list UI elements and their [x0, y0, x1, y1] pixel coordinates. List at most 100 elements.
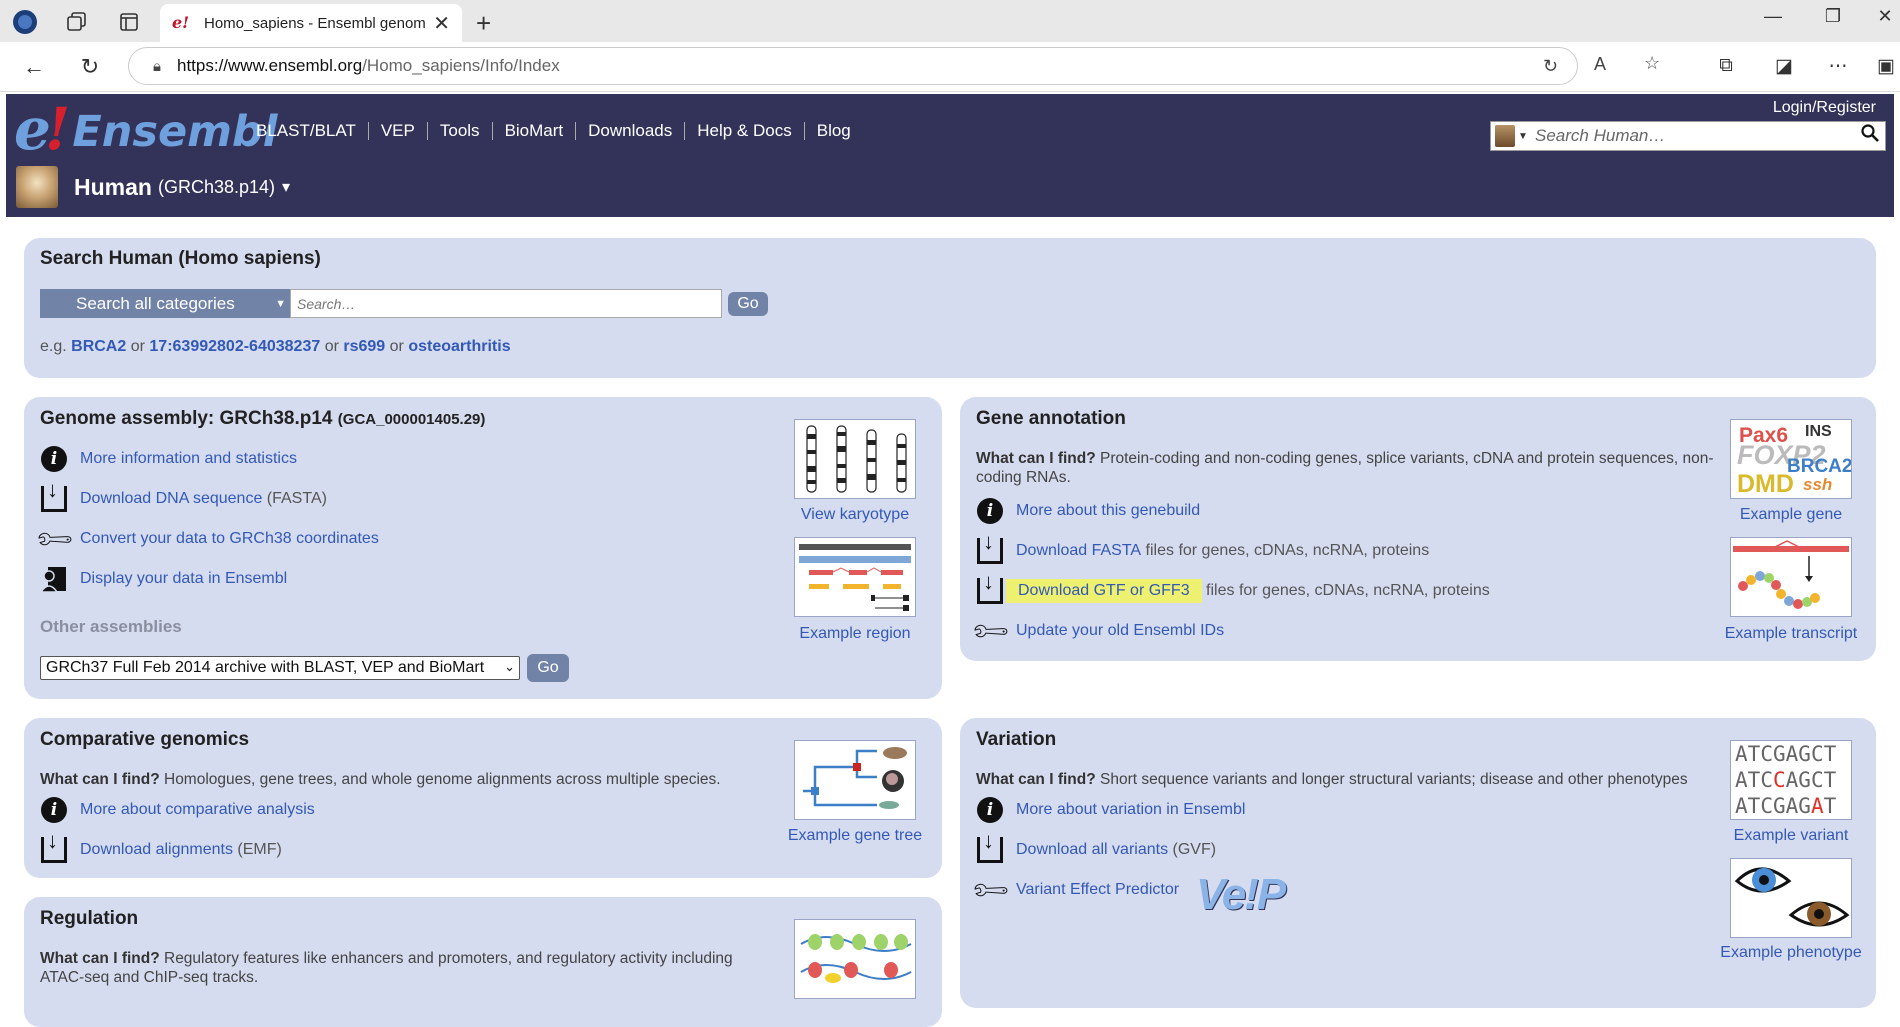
- minimize-icon[interactable]: —: [1758, 6, 1788, 27]
- vep-logo[interactable]: Ve!P: [1196, 870, 1286, 920]
- download-icon: [40, 477, 68, 513]
- wrench-icon: 🔧︎: [967, 867, 1012, 912]
- sequence-base: T: [1747, 742, 1761, 766]
- example-region-link[interactable]: 17:63992802-64038237: [149, 338, 320, 355]
- sequence-base: T: [1823, 742, 1837, 766]
- convert-coordinates-row[interactable]: 🔧︎ Convert your data to GRCh38 coordinat…: [31, 516, 378, 561]
- regulation-title: Regulation: [40, 908, 139, 929]
- search-category-select[interactable]: Search all categories ▼: [40, 289, 290, 318]
- regulation-panel: Regulation What can I find? Regulatory f…: [24, 897, 942, 1027]
- comparative-info-row[interactable]: i More about comparative analysis: [40, 796, 315, 824]
- nav-help-docs[interactable]: Help & Docs: [684, 122, 803, 140]
- back-icon[interactable]: ←: [20, 53, 48, 81]
- chevron-down-icon: ▼: [275, 297, 286, 310]
- comparative-genomics-title: Comparative genomics: [40, 729, 250, 750]
- sequence-base: T: [1823, 768, 1837, 792]
- gene-annotation-title: Gene annotation: [976, 408, 1126, 429]
- genome-info-row[interactable]: i More information and statistics: [40, 445, 297, 473]
- ensembl-logo[interactable]: e ! Ensembl: [14, 96, 277, 158]
- variation-info-row[interactable]: i More about variation in Ensembl: [976, 796, 1245, 824]
- sequence-base: T: [1823, 794, 1837, 818]
- nav-blog[interactable]: Blog: [803, 122, 863, 140]
- more-menu-icon[interactable]: ⋯: [1824, 55, 1852, 78]
- wrench-icon: 🔧︎: [967, 608, 1012, 653]
- nav-vep[interactable]: VEP: [367, 122, 427, 140]
- download-fasta-row[interactable]: Download FASTA files for genes, cDNAs, n…: [976, 529, 1429, 565]
- nav-biomart[interactable]: BioMart: [491, 122, 576, 140]
- read-aloud-icon[interactable]: A: [1594, 54, 1606, 75]
- close-tab-icon[interactable]: ✕: [433, 11, 450, 36]
- search-panel-title: Search Human (Homo sapiens): [40, 248, 321, 269]
- update-ids-row[interactable]: 🔧︎ Update your old Ensembl IDs: [967, 608, 1224, 653]
- example-osteoarthritis-link[interactable]: osteoarthritis: [408, 338, 510, 355]
- species-search-selector[interactable]: ▼: [1491, 122, 1529, 150]
- example-transcript-link[interactable]: Example transcript: [1711, 624, 1871, 643]
- edge-collections-icon[interactable]: ◪: [1770, 55, 1798, 78]
- site-search-input[interactable]: Search…: [290, 289, 722, 318]
- download-alignments-row[interactable]: Download alignments (EMF): [40, 828, 282, 864]
- example-region-link[interactable]: Example region: [775, 624, 935, 643]
- restore-icon[interactable]: ❐: [1818, 6, 1848, 27]
- other-assemblies-title: Other assemblies: [40, 617, 182, 636]
- gene-tree-thumbnail[interactable]: [794, 740, 916, 820]
- example-phenotype-link[interactable]: Example phenotype: [1711, 943, 1871, 962]
- example-brca2-link[interactable]: BRCA2: [71, 338, 126, 355]
- login-register-link[interactable]: Login/Register: [1773, 99, 1876, 117]
- sequence-base: A: [1735, 794, 1748, 818]
- variant-sequence-thumbnail[interactable]: ATCGAGCT ATCCAGCT ATCGAGAT: [1730, 740, 1852, 820]
- gene-find-text: What can I find? Protein-coding and non-…: [976, 450, 1714, 486]
- download-variants-row[interactable]: Download all variants (GVF): [976, 828, 1216, 864]
- sequence-base: A: [1785, 768, 1799, 792]
- genebuild-info-row[interactable]: i More about this genebuild: [976, 497, 1200, 525]
- immersive-reader-icon[interactable]: ↻: [1543, 56, 1558, 77]
- nav-blast[interactable]: BLAST/BLAT: [242, 122, 368, 140]
- comparative-genomics-panel: Comparative genomics What can I find? Ho…: [24, 718, 942, 878]
- example-gene-link[interactable]: Example gene: [1711, 505, 1871, 524]
- active-tab[interactable]: e! Homo_sapiens - Ensembl genome ✕: [160, 4, 462, 42]
- chevron-down-icon: ⌄: [504, 659, 515, 674]
- other-assembly-go-button[interactable]: Go: [527, 654, 569, 682]
- sequence-base: G: [1772, 742, 1786, 766]
- vep-row[interactable]: 🔧︎ Variant Effect Predictor: [967, 867, 1179, 912]
- transcript-thumbnail[interactable]: [1730, 537, 1852, 617]
- new-tab-icon[interactable]: +: [476, 8, 491, 39]
- ensembl-favicon-icon: e!: [172, 13, 190, 32]
- regulation-thumbnail[interactable]: [794, 919, 916, 999]
- close-window-icon[interactable]: ✕: [1870, 6, 1900, 27]
- sequence-base: G: [1772, 794, 1786, 818]
- profile-icon[interactable]: [12, 9, 38, 35]
- sequence-base: C: [1810, 742, 1824, 766]
- header-search: ▼ Search Human…: [1490, 121, 1886, 151]
- display-data-row[interactable]: Display your data in Ensembl: [40, 565, 287, 593]
- favorite-star-icon[interactable]: ☆: [1644, 53, 1660, 74]
- example-variant-link[interactable]: Example variant: [1711, 826, 1871, 845]
- human-species-image: [16, 166, 58, 208]
- download-dna-row[interactable]: Download DNA sequence (FASTA): [40, 477, 327, 513]
- tab-actions-icon[interactable]: [116, 9, 142, 35]
- sequence-base: G: [1798, 742, 1811, 766]
- search-icon[interactable]: [1855, 124, 1885, 148]
- url-field[interactable]: 🔒︎ https://www.ensembl.org/Homo_sapiens/…: [128, 47, 1578, 85]
- other-assembly-select[interactable]: GRCh37 Full Feb 2014 archive with BLAST,…: [40, 656, 520, 680]
- header-search-input[interactable]: Search Human…: [1529, 126, 1855, 146]
- nav-tools[interactable]: Tools: [426, 122, 492, 140]
- example-gene-tree-link[interactable]: Example gene tree: [775, 826, 935, 845]
- view-karyotype-link[interactable]: View karyotype: [775, 505, 935, 524]
- lock-icon[interactable]: 🔒︎: [153, 58, 161, 75]
- refresh-icon[interactable]: ↻: [76, 53, 104, 81]
- example-rs699-link[interactable]: rs699: [343, 338, 385, 355]
- species-dropdown-caret-icon: ▾: [282, 179, 291, 196]
- species-assembly: (GRCh38.p14): [157, 176, 276, 197]
- karyotype-thumbnail[interactable]: [794, 419, 916, 499]
- workspaces-icon[interactable]: [64, 9, 90, 35]
- region-thumbnail[interactable]: [794, 537, 916, 617]
- species-name: Human: [74, 173, 152, 200]
- gene-words-thumbnail[interactable]: Pax6 INS FOXP2 BRCA2 DMD ssh: [1730, 419, 1852, 499]
- phenotype-thumbnail[interactable]: [1730, 858, 1852, 938]
- nav-downloads[interactable]: Downloads: [575, 122, 684, 140]
- species-bar[interactable]: Human (GRCh38.p14) ▾: [16, 166, 290, 208]
- extensions-icon[interactable]: ⧉: [1712, 55, 1740, 77]
- sidebar-icon[interactable]: ▣: [1872, 55, 1900, 78]
- search-go-button[interactable]: Go: [728, 292, 768, 316]
- download-gtf-row[interactable]: Download GTF or GFF3 files for genes, cD…: [976, 569, 1490, 605]
